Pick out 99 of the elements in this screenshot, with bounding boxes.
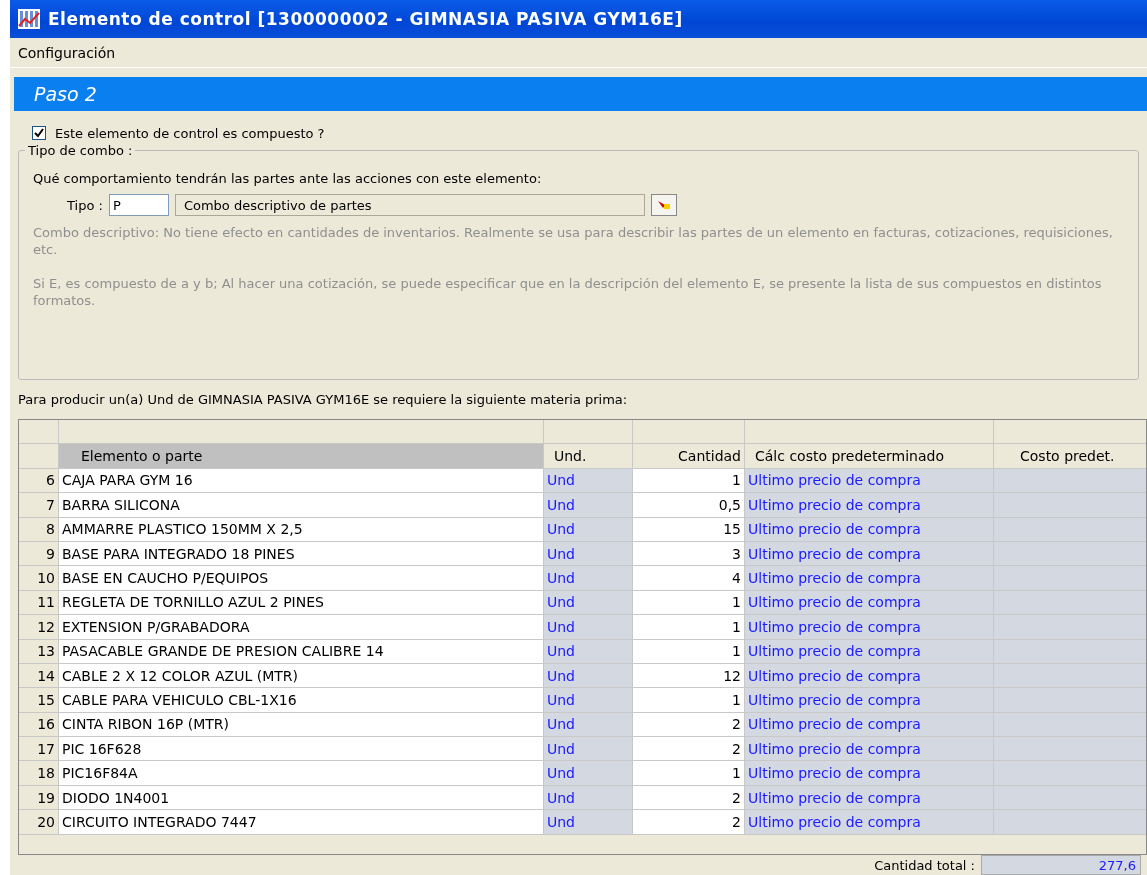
- table-cell: Und: [544, 517, 633, 542]
- table-cell: Und: [544, 663, 633, 689]
- question-text: Qué comportamiento tendrán las partes ante las acciones con este elemento:: [33, 171, 543, 186]
- chart-icon: [18, 9, 40, 29]
- table-cell: 1: [633, 761, 745, 786]
- table-cell: Ultimo precio de compra: [745, 712, 994, 738]
- row-number: 13: [19, 639, 59, 664]
- table-cell: DIODO 1N4001: [59, 785, 544, 811]
- table-cell: BASE PARA INTEGRADO 18 PINES: [59, 541, 544, 567]
- table-cell: Und: [544, 785, 633, 811]
- table-cell: Und: [544, 810, 633, 835]
- requirement-text: Para producir un(a) Und de GIMNASIA PASIVA GYM16E se requiere la siguiente materia prima:: [17, 391, 629, 407]
- row-number: 18: [19, 761, 59, 786]
- row-number: 17: [19, 737, 59, 762]
- table-cell: Ultimo precio de compra: [745, 541, 994, 567]
- table-cell: 15: [633, 517, 745, 542]
- column-header[interactable]: Elemento o parte: [59, 444, 544, 469]
- column-header[interactable]: Cálc costo predeterminado: [745, 444, 994, 469]
- table-cell: 1: [633, 688, 745, 713]
- table-cell: Ultimo precio de compra: [745, 615, 994, 640]
- table-cell: Ultimo precio de compra: [745, 761, 994, 786]
- table-cell: Und: [544, 541, 633, 567]
- group-legend: Tipo de combo :: [25, 143, 136, 158]
- table-cell: 4: [633, 566, 745, 591]
- table-cell: 3: [633, 541, 745, 567]
- table-cell: Ultimo precio de compra: [745, 688, 994, 713]
- table-cell: 12: [633, 663, 745, 689]
- row-number: 16: [19, 712, 59, 738]
- row-number: 10: [19, 566, 59, 591]
- table-cell: Und: [544, 590, 633, 616]
- table-cell: BASE EN CAUCHO P/EQUIPOS: [59, 566, 544, 591]
- table-cell: Und: [544, 761, 633, 786]
- table-cell: Ultimo precio de compra: [745, 810, 994, 835]
- table-cell: Und: [544, 712, 633, 738]
- row-number: 20: [19, 810, 59, 835]
- type-field[interactable]: P: [108, 194, 169, 216]
- brush-icon: [656, 199, 671, 211]
- table-cell: Ultimo precio de compra: [745, 639, 994, 664]
- row-number: 14: [19, 663, 59, 689]
- table-cell: PASACABLE GRANDE DE PRESION CALIBRE 14: [59, 639, 544, 664]
- table-cell: 1: [633, 590, 745, 616]
- total-field: 277,6: [981, 855, 1141, 875]
- table-cell: REGLETA DE TORNILLO AZUL 2 PINES: [59, 590, 544, 616]
- table-cell: PIC16F84A: [59, 761, 544, 786]
- row-number: 12: [19, 615, 59, 640]
- table-cell: 0,5: [633, 493, 745, 518]
- menu-item[interactable]: Configuración: [16, 44, 118, 61]
- table-cell: 1: [633, 615, 745, 640]
- help-text: Combo descriptivo: No tiene efecto en cantidades de inventarios. Realmente se usa para describir las partes de un elemento en facturas, cotizaciones, requisiciones, etc.: [33, 224, 1114, 258]
- table-cell: Ultimo precio de compra: [745, 493, 994, 518]
- table-cell: CAJA PARA GYM 16: [59, 468, 544, 494]
- table-cell: CIRCUITO INTEGRADO 7447: [59, 810, 544, 835]
- table-cell: Und: [544, 566, 633, 591]
- row-number: 15: [19, 688, 59, 713]
- table-cell: 2: [633, 810, 745, 835]
- table-cell: BARRA SILICONA: [59, 493, 544, 518]
- table-cell: 2: [633, 737, 745, 762]
- help-text: Si E, es compuesto de a y b; Al hacer una cotización, se puede especificar que en la descripción del elemento E, se presente la lista de sus compuestos en distintos formatos.: [33, 275, 1103, 309]
- table-cell: 1: [633, 639, 745, 664]
- compound-checkbox[interactable]: [32, 126, 46, 140]
- table-cell: Und: [544, 468, 633, 494]
- column-header[interactable]: Cantidad: [633, 444, 745, 469]
- table-cell: AMMARRE PLASTICO 150MM X 2,5: [59, 517, 544, 542]
- table-cell: Ultimo precio de compra: [745, 468, 994, 494]
- row-number: 9: [19, 541, 59, 567]
- table-cell: Und: [544, 493, 633, 518]
- column-header[interactable]: Und.: [544, 444, 633, 469]
- table-cell: Ultimo precio de compra: [745, 663, 994, 689]
- table-cell: PIC 16F628: [59, 737, 544, 762]
- table-cell: 2: [633, 785, 745, 811]
- table-cell: EXTENSION P/GRABADORA: [59, 615, 544, 640]
- table-cell: Ultimo precio de compra: [745, 566, 994, 591]
- header-cell: [19, 420, 59, 445]
- table-cell: 2: [633, 712, 745, 738]
- row-number: 19: [19, 785, 59, 811]
- table-cell: CABLE 2 X 12 COLOR AZUL (MTR): [59, 663, 544, 689]
- table-cell: Ultimo precio de compra: [745, 737, 994, 762]
- table-cell: Ultimo precio de compra: [745, 517, 994, 542]
- table-cell: Und: [544, 615, 633, 640]
- type-label: Tipo :: [67, 197, 103, 213]
- picker-button[interactable]: [650, 194, 677, 216]
- row-number: 6: [19, 468, 59, 494]
- row-number: 8: [19, 517, 59, 542]
- table-cell: Und: [544, 737, 633, 762]
- header-cell: [19, 444, 59, 469]
- row-number: 11: [19, 590, 59, 616]
- total-label: Cantidad total :: [874, 857, 975, 873]
- table-cell: CABLE PARA VEHICULO CBL-1X16: [59, 688, 544, 713]
- table-cell: CINTA RIBON 16P (MTR): [59, 712, 544, 738]
- window-title: Elemento de control [1300000002 - GIMNASIA PASIVA GYM16E]: [48, 9, 683, 29]
- step-banner: Paso 2: [14, 77, 1147, 111]
- table-cell: 1: [633, 468, 745, 494]
- table-cell: Ultimo precio de compra: [745, 590, 994, 616]
- table-cell: Und: [544, 688, 633, 713]
- table-cell: Ultimo precio de compra: [745, 785, 994, 811]
- checkbox-label: Este elemento de control es compuesto ?: [55, 125, 325, 141]
- row-number: 7: [19, 493, 59, 518]
- table-cell: Und: [544, 639, 633, 664]
- type-description: Combo descriptivo de partes: [174, 194, 645, 216]
